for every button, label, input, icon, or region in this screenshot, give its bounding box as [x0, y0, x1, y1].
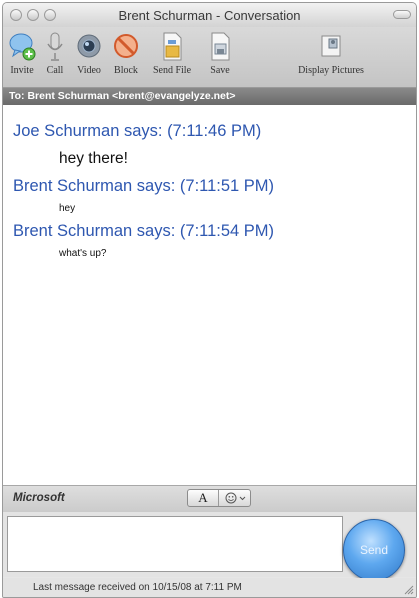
compose-area: Send: [3, 512, 416, 581]
message-text: what's up?: [59, 248, 107, 259]
status-bar: Last message received on 10/15/08 at 7:1…: [3, 578, 416, 597]
video-button[interactable]: Video: [73, 30, 105, 85]
invite-button[interactable]: Invite: [7, 30, 37, 85]
toolbar-toggle-button[interactable]: [393, 10, 411, 19]
conversation-transcript[interactable]: Joe Schurman says: (7:11:46 PM) hey ther…: [3, 105, 416, 485]
display-pictures-icon: [321, 35, 341, 57]
invite-label: Invite: [10, 65, 34, 76]
send-button[interactable]: Send: [343, 519, 405, 581]
display-pictures-label: Display Pictures: [298, 65, 364, 76]
smiley-icon: [225, 492, 246, 504]
video-label: Video: [77, 65, 101, 76]
send-file-button[interactable]: Send File: [147, 30, 197, 85]
send-file-icon: [163, 32, 182, 61]
invite-icon: [9, 33, 36, 61]
microphone-icon: [47, 32, 63, 61]
recipient-header: To: Brent Schurman <brent@evangelyze.net…: [3, 88, 416, 105]
message-text: hey: [59, 203, 76, 214]
format-bar: Microsoft A: [3, 485, 416, 513]
message-text: hey there!: [59, 150, 128, 167]
message-header: Brent Schurman says: (7:11:54 PM): [13, 222, 275, 240]
block-button[interactable]: Block: [109, 30, 143, 85]
call-button[interactable]: Call: [41, 30, 69, 85]
save-icon: [211, 32, 230, 61]
toolbar: Invite Call Video Block Send File Save D…: [3, 27, 416, 88]
video-camera-icon: [77, 34, 101, 58]
font-button[interactable]: A: [188, 490, 219, 506]
emoticon-button[interactable]: [219, 490, 250, 506]
block-icon: [114, 34, 138, 58]
resize-grip-icon[interactable]: [402, 583, 414, 595]
brand-logo: Microsoft: [13, 492, 65, 504]
message-header: Joe Schurman says: (7:11:46 PM): [13, 122, 262, 140]
save-button[interactable]: Save: [203, 30, 237, 85]
title-bar[interactable]: Brent Schurman - Conversation: [3, 3, 416, 27]
save-label: Save: [210, 65, 230, 76]
format-controls: A: [187, 489, 251, 507]
call-label: Call: [46, 65, 64, 76]
window-title: Brent Schurman - Conversation: [118, 8, 301, 23]
message-header: Brent Schurman says: (7:11:51 PM): [13, 177, 275, 195]
block-label: Block: [114, 65, 138, 76]
message-input[interactable]: [7, 516, 343, 572]
send-file-label: Send File: [152, 65, 192, 76]
conversation-window: Brent Schurman - Conversation Invite Cal…: [2, 2, 417, 598]
display-pictures-button[interactable]: Display Pictures: [287, 30, 375, 85]
status-text: Last message received on 10/15/08 at 7:1…: [33, 582, 242, 593]
